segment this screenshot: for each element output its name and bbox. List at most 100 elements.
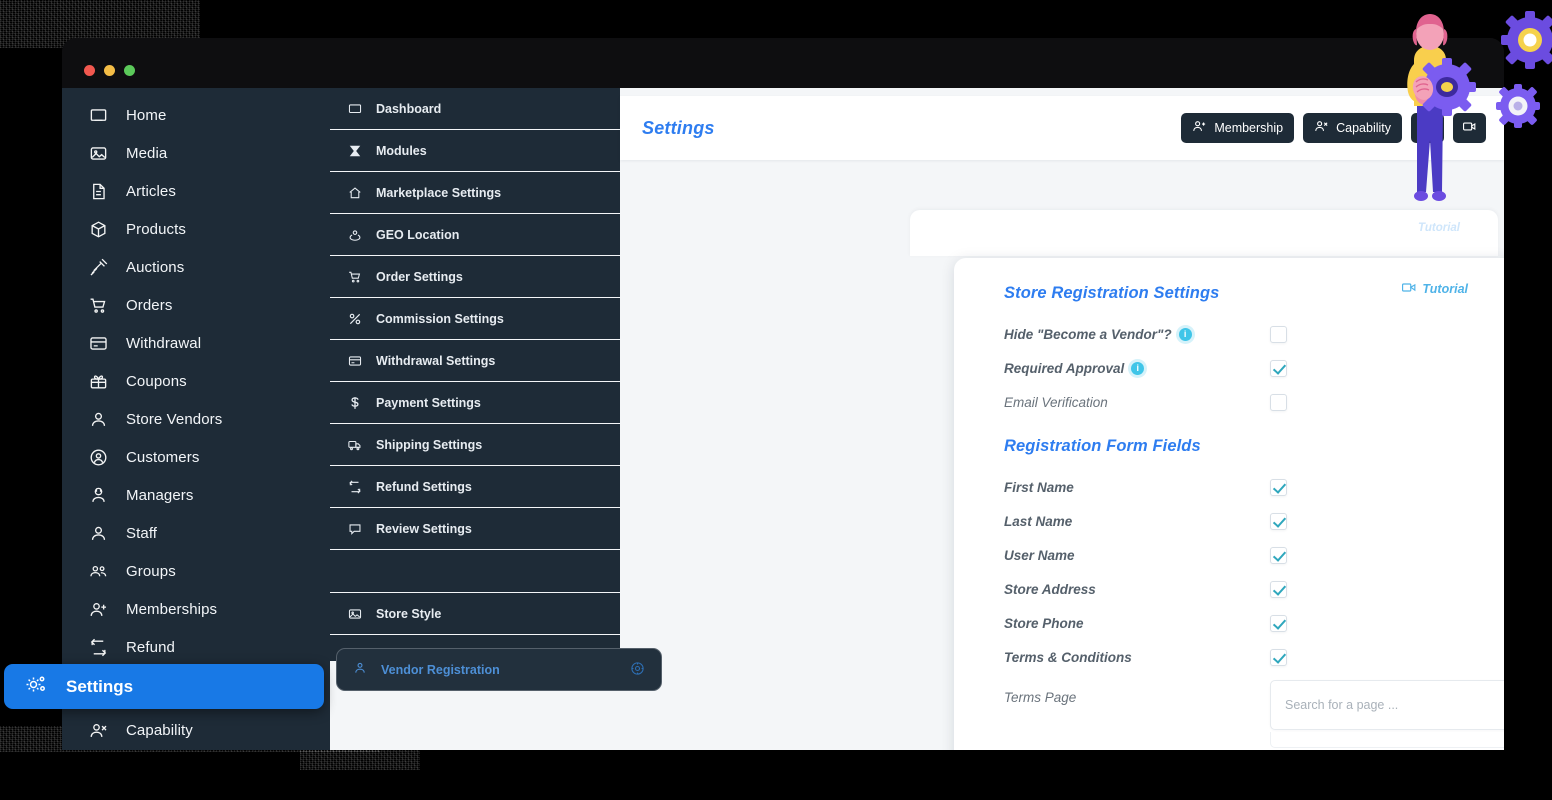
sidebar-item-settings-active[interactable]: Settings	[4, 664, 324, 709]
sidebar-item-label: Store Vendors	[126, 410, 223, 428]
sidebar-item-capability[interactable]: Capability	[62, 711, 330, 749]
submenu-item-label: Review Settings	[376, 521, 472, 536]
membership-button-label: Membership	[1214, 121, 1284, 135]
close-window-button[interactable]	[84, 65, 95, 76]
sidebar-item-articles[interactable]: Articles	[62, 172, 330, 210]
submenu-item-order-settings[interactable]: Order Settings	[330, 256, 620, 298]
setting-label-text: Required Approval	[1004, 360, 1125, 376]
sidebar-item-orders[interactable]: Orders	[62, 286, 330, 324]
sidebar-item-customers[interactable]: Customers	[62, 438, 330, 476]
setting-label: Hide "Become a Vendor"? i	[1004, 327, 1270, 342]
field-row-first-name: First Name	[1004, 470, 1504, 504]
submenu-item-shipping-settings[interactable]: Shipping Settings	[330, 424, 620, 466]
submenu-item-label: Shipping Settings	[376, 437, 483, 452]
main-sidebar: Home Media Articles Products Auctions Or…	[62, 88, 330, 750]
store-phone-checkbox[interactable]	[1270, 614, 1287, 632]
sidebar-item-media[interactable]: Media	[62, 134, 330, 172]
sidebar-item-store-vendors[interactable]: Store Vendors	[62, 400, 330, 438]
submenu-item-label: GEO Location	[376, 227, 460, 242]
sidebar-item-label: Capability	[126, 721, 193, 739]
sidebar-item-refund[interactable]: Refund	[62, 628, 330, 666]
sidebar-item-auctions[interactable]: Auctions	[62, 248, 330, 286]
submenu-item-refund-settings[interactable]: Refund Settings	[330, 466, 620, 508]
terms-page-row: Terms Page Search for a page ... ⌄	[1004, 680, 1504, 748]
sidebar-item-home[interactable]: Home	[62, 96, 330, 134]
sidebar-item-label: Orders	[126, 296, 173, 314]
sidebar-item-withdrawal[interactable]: Withdrawal	[62, 324, 330, 362]
window-titlebar	[62, 38, 1504, 88]
user-x-icon	[88, 720, 109, 741]
screenshot-stage: Home Media Articles Products Auctions Or…	[0, 0, 1552, 800]
submenu-item-commission-settings[interactable]: Commission Settings	[330, 298, 620, 340]
submenu-item-geo-location[interactable]: GEO Location	[330, 214, 620, 256]
refund-icon	[347, 480, 362, 494]
submenu-item-dashboard[interactable]: Dashboard	[330, 88, 620, 130]
sidebar-item-label: Auctions	[126, 258, 185, 276]
image-icon	[88, 143, 109, 164]
document-icon	[88, 181, 109, 202]
vendor-registration-spacer	[330, 550, 620, 593]
page-header: Settings Membership Capability	[620, 96, 1504, 160]
email-verification-checkbox[interactable]	[1270, 393, 1287, 411]
minimize-window-button[interactable]	[104, 65, 115, 76]
terms-conditions-checkbox[interactable]	[1270, 648, 1287, 666]
setting-label: Email Verification	[1004, 395, 1270, 410]
submenu-item-store-style[interactable]: Store Style	[330, 593, 620, 635]
submenu-item-label: Modules	[376, 143, 427, 158]
sidebar-item-memberships[interactable]: Memberships	[62, 590, 330, 628]
last-name-checkbox[interactable]	[1270, 512, 1287, 530]
info-icon[interactable]: i	[1178, 327, 1192, 341]
submenu-item-review-settings[interactable]: Review Settings	[330, 508, 620, 550]
box-icon	[88, 219, 109, 240]
submenu-item-withdrawal-settings[interactable]: Withdrawal Settings	[330, 340, 620, 382]
submenu-item-label: Payment Settings	[376, 395, 481, 410]
field-label: Store Phone	[1004, 615, 1084, 631]
sidebar-item-products[interactable]: Products	[62, 210, 330, 248]
sidebar-item-label: Media	[126, 144, 168, 162]
submenu-item-label: Dashboard	[376, 101, 442, 116]
submenu-item-payment-settings[interactable]: Payment Settings	[330, 382, 620, 424]
sidebar-item-staff[interactable]: Staff	[62, 514, 330, 552]
cart-icon	[88, 295, 109, 316]
submenu-item-modules[interactable]: Modules	[330, 130, 620, 172]
field-label: Last Name	[1004, 513, 1073, 529]
submenu-item-label: Vendor Registration	[381, 662, 500, 677]
terms-page-select[interactable]: Search for a page ... ⌄	[1270, 680, 1504, 730]
video-icon	[1402, 282, 1416, 296]
capability-button[interactable]: Capability	[1303, 113, 1402, 143]
field-row-terms-conditions: Terms & Conditions	[1004, 640, 1504, 674]
sidebar-item-coupons[interactable]: Coupons	[62, 362, 330, 400]
first-name-checkbox[interactable]	[1270, 478, 1287, 496]
user-name-checkbox[interactable]	[1270, 546, 1287, 564]
gavel-icon	[88, 257, 109, 278]
gear-icon[interactable]	[630, 661, 645, 679]
submenu-item-label: Store Style	[376, 606, 442, 621]
hide-become-vendor-checkbox[interactable]	[1270, 325, 1287, 343]
backdrop-noise-bottom2	[300, 748, 420, 770]
sidebar-item-managers[interactable]: Managers	[62, 476, 330, 514]
home-icon	[88, 105, 109, 126]
card-icon	[347, 354, 362, 368]
membership-button[interactable]: Membership	[1181, 113, 1295, 143]
terms-page-placeholder: Search for a page ...	[1285, 698, 1399, 712]
dashboard-icon	[347, 102, 362, 116]
sidebar-item-label: Settings	[66, 676, 134, 696]
required-approval-checkbox[interactable]	[1270, 359, 1287, 377]
user-plus-icon	[88, 599, 109, 620]
submenu-item-marketplace-settings[interactable]: Marketplace Settings	[330, 172, 620, 214]
user-plus-icon	[1192, 119, 1207, 137]
maximize-window-button[interactable]	[124, 65, 135, 76]
sidebar-item-label: Customers	[126, 448, 200, 466]
submenu-item-vendor-registration-active[interactable]: Vendor Registration	[336, 648, 662, 691]
info-icon[interactable]: i	[1131, 361, 1145, 375]
vendor-registration-panel: Tutorial Store Registration Settings Hid…	[954, 258, 1504, 750]
store-address-checkbox[interactable]	[1270, 580, 1287, 598]
submenu-item-label: Marketplace Settings	[376, 185, 502, 200]
gears-icon	[24, 672, 48, 701]
sidebar-item-label: Memberships	[126, 600, 218, 618]
sidebar-item-groups[interactable]: Groups	[62, 552, 330, 590]
home-icon	[347, 186, 362, 200]
setting-label-text: Hide "Become a Vendor"?	[1004, 326, 1172, 342]
sidebar-item-label: Products	[126, 220, 186, 238]
tutorial-link[interactable]: Tutorial	[1402, 282, 1468, 296]
